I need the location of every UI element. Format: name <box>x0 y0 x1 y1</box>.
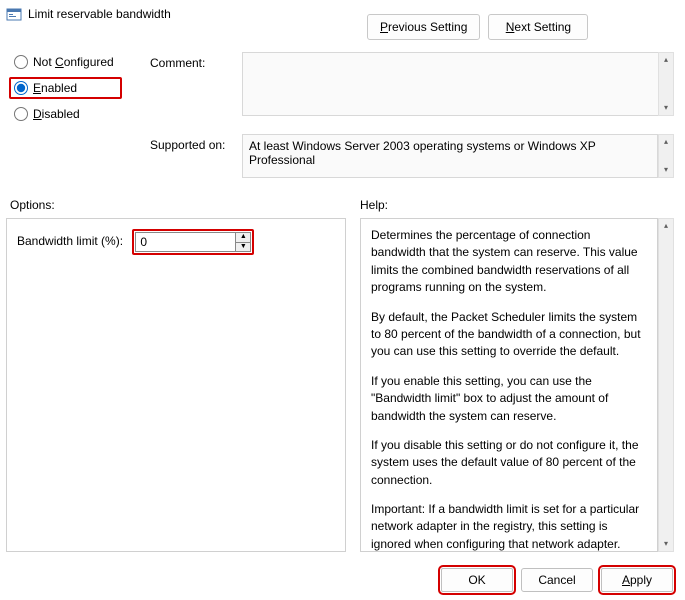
radio-not-configured-input[interactable] <box>14 55 28 69</box>
scroll-up-icon[interactable]: ▴ <box>659 53 673 67</box>
help-paragraph: If you enable this setting, you can use … <box>371 373 647 425</box>
scroll-down-icon[interactable]: ▾ <box>659 537 673 551</box>
scroll-down-icon[interactable]: ▾ <box>659 101 673 115</box>
radio-not-configured-label: Not Configured <box>33 55 114 69</box>
state-radio-group: Not Configured Enabled Disabled <box>12 54 116 122</box>
help-paragraph: By default, the Packet Scheduler limits … <box>371 309 647 361</box>
scroll-down-icon[interactable]: ▾ <box>659 163 673 177</box>
supported-scrollbar[interactable]: ▴ ▾ <box>658 134 674 178</box>
radio-disabled-input[interactable] <box>14 107 28 121</box>
ok-button[interactable]: OK <box>441 568 513 592</box>
options-pane: Bandwidth limit (%): ▲ ▼ <box>6 218 346 552</box>
window-title: Limit reservable bandwidth <box>28 7 171 21</box>
dialog-button-bar: OK Cancel Apply <box>0 560 685 600</box>
radio-disabled-label: Disabled <box>33 107 80 121</box>
comment-label: Comment: <box>150 56 205 70</box>
scroll-up-icon[interactable]: ▴ <box>659 135 673 149</box>
radio-enabled[interactable]: Enabled <box>12 80 116 96</box>
radio-enabled-label: Enabled <box>33 81 77 95</box>
next-setting-button[interactable]: Next Setting <box>488 14 588 40</box>
help-label: Help: <box>360 198 388 212</box>
cancel-button[interactable]: Cancel <box>521 568 593 592</box>
help-paragraph: Important: If a bandwidth limit is set f… <box>371 501 647 552</box>
bandwidth-limit-label: Bandwidth limit (%): <box>17 234 123 248</box>
radio-disabled[interactable]: Disabled <box>12 106 116 122</box>
spinner-down-button[interactable]: ▼ <box>235 242 251 253</box>
options-label: Options: <box>10 198 55 212</box>
comment-textarea[interactable] <box>242 52 674 116</box>
help-paragraph: Determines the percentage of connection … <box>371 227 647 297</box>
previous-setting-button[interactable]: Previous Setting <box>367 14 480 40</box>
scroll-up-icon[interactable]: ▴ <box>659 219 673 233</box>
supported-on-text: At least Windows Server 2003 operating s… <box>242 134 658 178</box>
help-paragraph: If you disable this setting or do not co… <box>371 437 647 489</box>
radio-enabled-input[interactable] <box>14 81 28 95</box>
bandwidth-limit-input[interactable] <box>135 232 235 252</box>
spinner-up-button[interactable]: ▲ <box>235 232 251 242</box>
help-scrollbar[interactable]: ▴ ▾ <box>658 218 674 552</box>
radio-not-configured[interactable]: Not Configured <box>12 54 116 70</box>
policy-icon <box>6 6 22 22</box>
supported-on-label: Supported on: <box>150 138 225 152</box>
help-pane: Determines the percentage of connection … <box>360 218 658 552</box>
comment-scrollbar[interactable]: ▴ ▾ <box>658 52 674 116</box>
apply-button[interactable]: Apply <box>601 568 673 592</box>
